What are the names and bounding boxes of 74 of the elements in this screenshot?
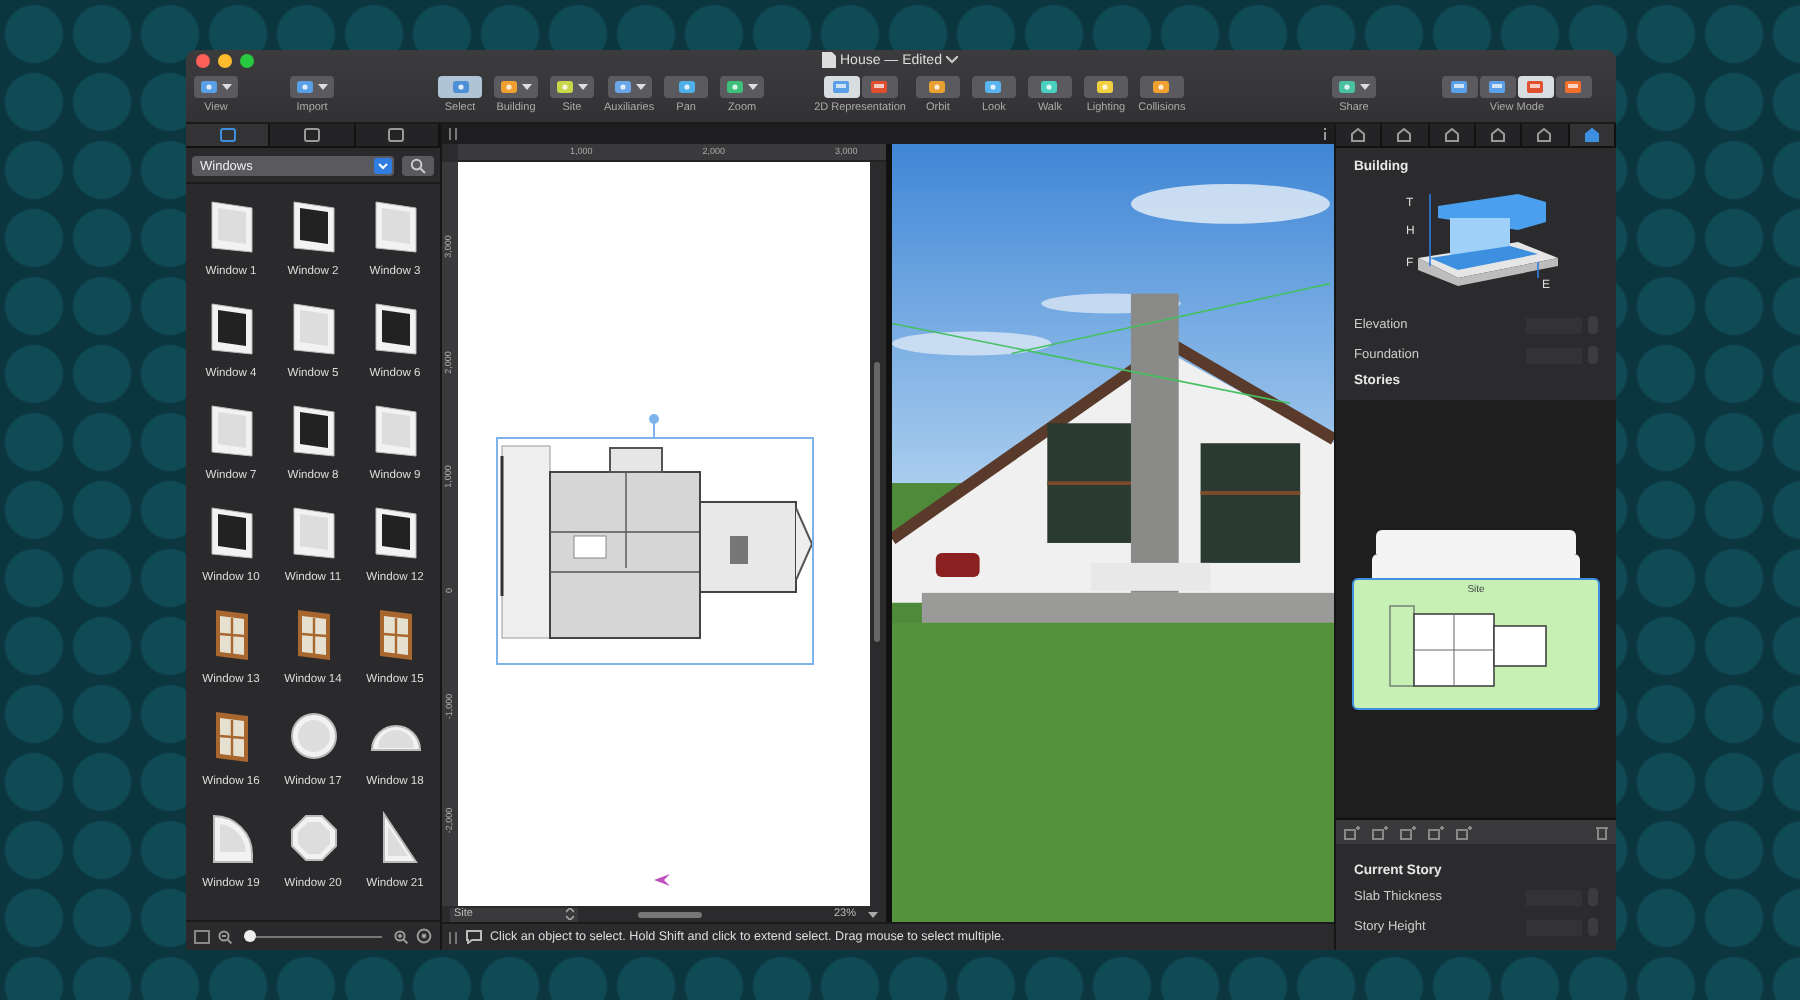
story-tool-icon[interactable] xyxy=(1456,825,1474,839)
toolbar-button[interactable] xyxy=(720,76,765,98)
toolbar-button[interactable] xyxy=(915,76,960,98)
toolbar-button[interactable] xyxy=(1139,76,1184,98)
inspector-tab[interactable] xyxy=(1382,124,1430,146)
toolbar-button[interactable] xyxy=(1083,76,1128,98)
selection-box[interactable] xyxy=(496,414,814,665)
story-tool-icon[interactable] xyxy=(1344,825,1362,839)
caret-icon xyxy=(522,84,532,90)
zoom-out-icon[interactable] xyxy=(218,929,232,943)
trash-icon[interactable] xyxy=(1596,825,1608,839)
inspector-tab[interactable] xyxy=(1429,124,1476,146)
caret-icon[interactable] xyxy=(868,911,878,917)
inspector-tab[interactable] xyxy=(1475,124,1523,146)
inspector-icon xyxy=(1490,128,1507,142)
chevron-down-icon[interactable] xyxy=(945,56,958,64)
zoom-in-icon[interactable] xyxy=(394,929,408,943)
segment-button[interactable] xyxy=(1479,76,1516,98)
inspector-icon xyxy=(1396,128,1413,142)
info-icon[interactable] xyxy=(1322,128,1328,140)
toolbar-button[interactable] xyxy=(1331,76,1376,98)
toolbar-button[interactable] xyxy=(550,76,594,98)
caret-icon xyxy=(578,84,588,90)
inspector-icon xyxy=(1583,128,1600,142)
segment-button[interactable] xyxy=(861,76,898,98)
toolbar-button[interactable] xyxy=(1027,76,1072,98)
inspector-tab[interactable] xyxy=(1522,124,1570,146)
pause-icon[interactable] xyxy=(448,931,458,943)
speech-bubble-icon[interactable] xyxy=(466,930,482,944)
search-icon xyxy=(410,158,426,174)
minimize-button[interactable] xyxy=(218,54,232,68)
compass-icon xyxy=(654,874,670,886)
story-card[interactable] xyxy=(1376,529,1576,553)
toolbar-button[interactable] xyxy=(290,76,334,98)
library-tab[interactable] xyxy=(355,124,440,146)
close-button[interactable] xyxy=(196,54,210,68)
settings-icon[interactable] xyxy=(416,928,432,944)
catalog-icon xyxy=(303,128,320,142)
stepper-icon xyxy=(566,908,574,920)
inspector-icon xyxy=(1536,128,1553,142)
caret-icon xyxy=(318,84,328,90)
caret-icon xyxy=(748,84,759,90)
segment-button[interactable] xyxy=(1441,76,1478,98)
caret-icon xyxy=(222,84,232,90)
story-tool-icon[interactable] xyxy=(1400,825,1418,839)
segment-button[interactable] xyxy=(823,76,860,98)
toolbar-button[interactable] xyxy=(607,76,652,98)
library-tab[interactable] xyxy=(186,124,271,146)
inspector-icon xyxy=(1443,128,1460,142)
catalog-icon xyxy=(388,128,405,142)
catalog-icon xyxy=(219,128,236,142)
segment-button[interactable] xyxy=(1517,76,1554,98)
document-icon xyxy=(822,52,836,68)
toolbar-button[interactable] xyxy=(194,76,238,98)
toolbar-button[interactable] xyxy=(971,76,1016,98)
inspector-tab[interactable] xyxy=(1336,124,1383,146)
zoom-button[interactable] xyxy=(240,54,254,68)
pause-icon[interactable] xyxy=(448,128,458,140)
story-tool-icon[interactable] xyxy=(1428,825,1446,839)
caret-icon xyxy=(1359,84,1370,90)
library-tab[interactable] xyxy=(270,124,356,146)
scrollbar[interactable] xyxy=(638,911,702,917)
caret-icon xyxy=(635,84,646,90)
building-diagram-drawing xyxy=(1418,193,1558,286)
inspector-tab[interactable] xyxy=(1569,124,1616,146)
panel-icon[interactable] xyxy=(194,929,210,943)
search-button[interactable] xyxy=(402,156,434,176)
scrollbar[interactable] xyxy=(874,362,880,642)
story-tool-icon[interactable] xyxy=(1372,825,1390,839)
inspector-icon xyxy=(1350,128,1367,142)
toolbar-button[interactable] xyxy=(494,76,538,98)
segment-button[interactable] xyxy=(1555,76,1592,98)
toolbar-button[interactable] xyxy=(664,76,709,98)
chevron-down-icon xyxy=(374,158,392,174)
